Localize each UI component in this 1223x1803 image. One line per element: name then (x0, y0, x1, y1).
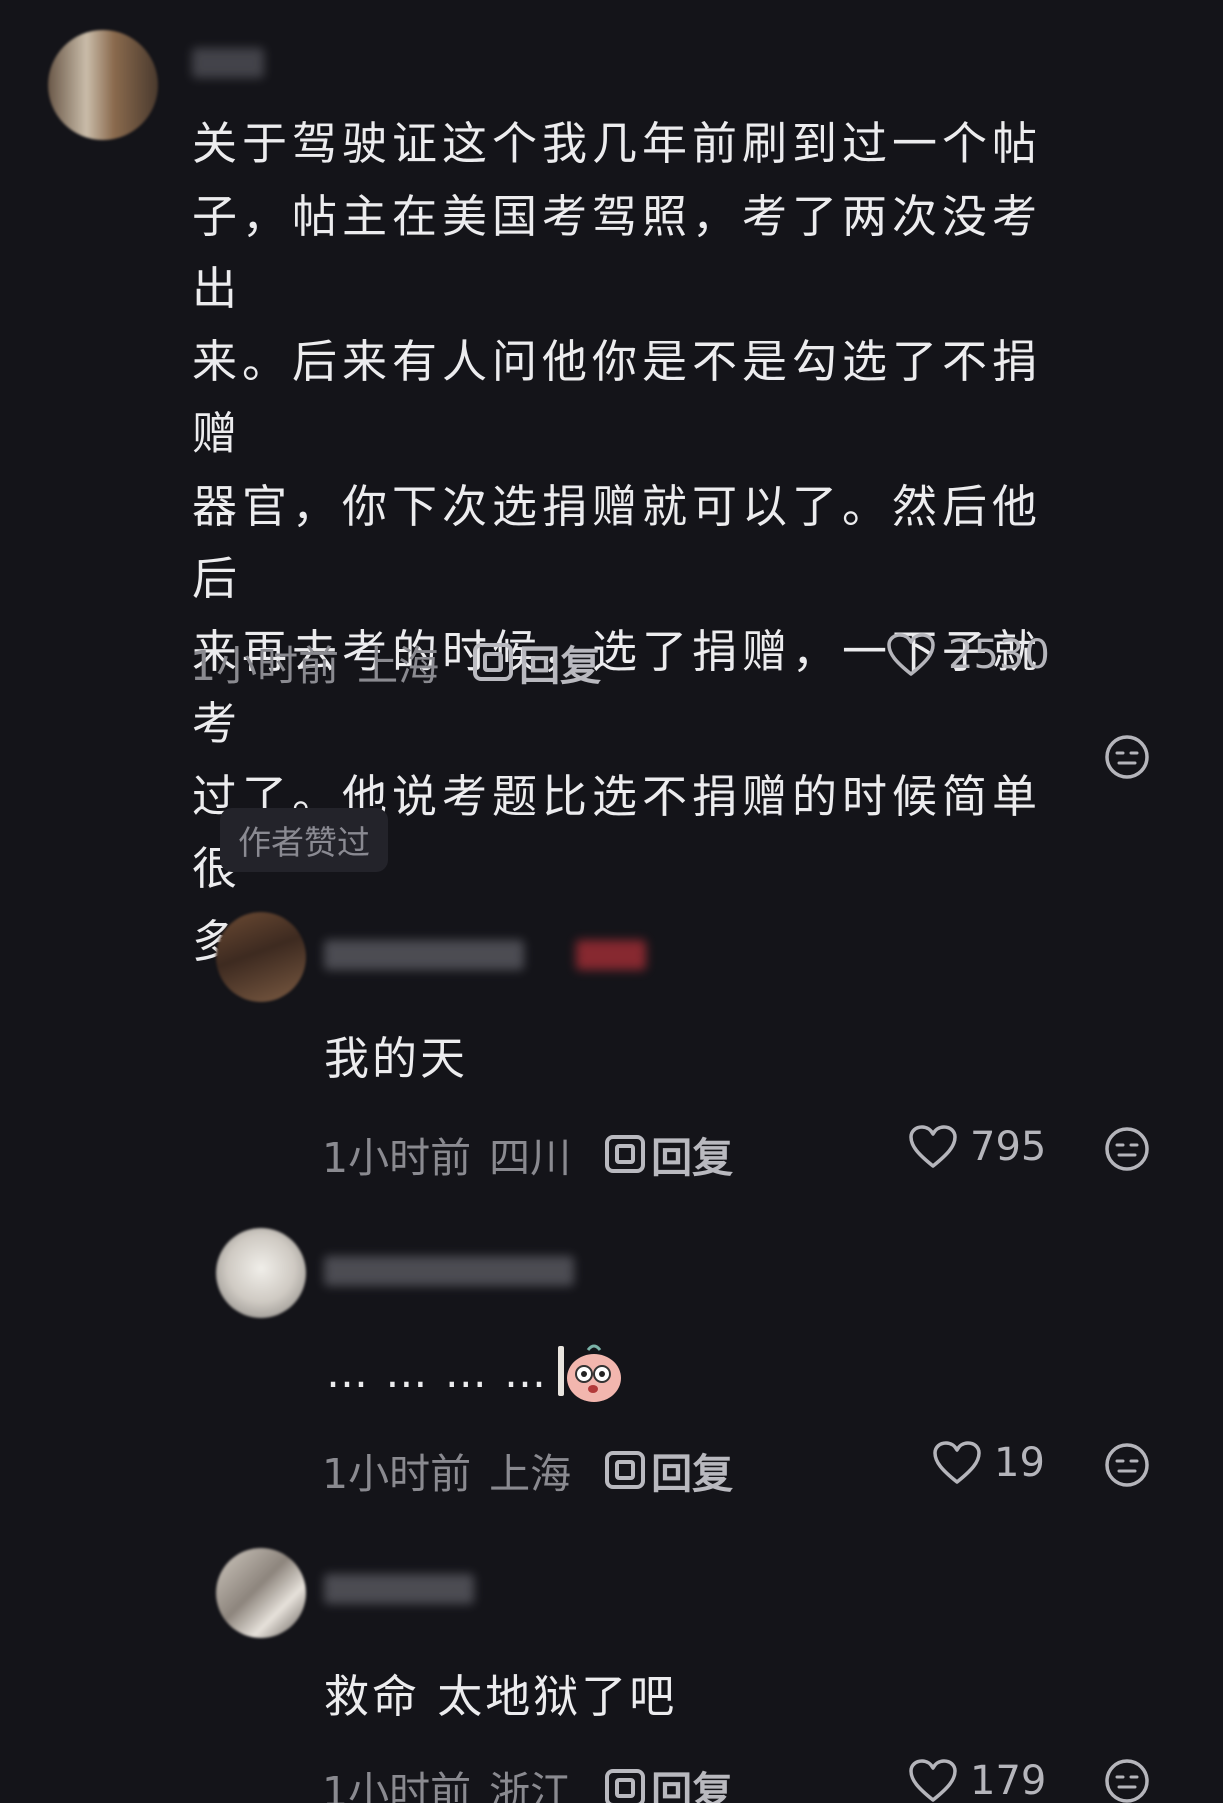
comment-top-level: 关于驾驶证这个我几年前刷到过一个帖 子，帖主在美国考驾照，考了两次没考出 来。后… (0, 0, 1223, 968)
comment-location: 浙江 (489, 1768, 572, 1803)
reply-button[interactable]: 回复 (473, 632, 601, 692)
heart-icon (933, 1441, 981, 1484)
reply-icon (473, 643, 514, 681)
username[interactable] (324, 1256, 574, 1286)
comment-meta: 1小时前 浙江 回复 (322, 1758, 733, 1803)
shocked-sticker-icon (558, 1344, 622, 1402)
reply-icon (605, 1451, 646, 1489)
reply-label: 回复 (519, 642, 602, 690)
reply-label: 回复 (651, 1768, 734, 1803)
avatar[interactable] (216, 912, 306, 1002)
username[interactable] (324, 1574, 474, 1604)
author-liked-badge: 作者赞过 (220, 808, 388, 872)
like-count: 179 (970, 1758, 1047, 1803)
dislike-icon[interactable] (1104, 1442, 1150, 1488)
comment-text: … … … … (326, 1340, 626, 1404)
like-button[interactable]: 19 (932, 1440, 1045, 1486)
reply-label: 回复 (651, 1134, 734, 1182)
comment-meta: 1小时前 四川 回复 (322, 1124, 733, 1184)
comment-time: 1小时前 (190, 642, 340, 690)
reply-button[interactable]: 回复 (605, 1758, 733, 1803)
comment-time: 1小时前 (322, 1134, 472, 1182)
username[interactable] (324, 940, 524, 970)
user-badge (576, 940, 646, 970)
like-button[interactable]: 795 (908, 1124, 1046, 1170)
comment-time: 1小时前 (322, 1450, 472, 1498)
comment-location: 上海 (489, 1450, 572, 1498)
comment-location: 四川 (489, 1134, 572, 1182)
avatar[interactable] (48, 30, 158, 140)
reply-button[interactable]: 回复 (605, 1440, 733, 1500)
reply-icon (605, 1135, 646, 1173)
avatar[interactable] (216, 1228, 306, 1318)
dislike-icon[interactable] (1104, 1758, 1150, 1803)
comment-time: 1小时前 (322, 1768, 472, 1803)
comment-text: 我的天 (324, 1032, 469, 1085)
comment-meta: 1小时前 上海 回复 (322, 1440, 733, 1500)
username[interactable] (192, 48, 264, 78)
avatar[interactable] (216, 1548, 306, 1638)
like-button[interactable]: 2530 (886, 632, 1050, 678)
reply-button[interactable]: 回复 (605, 1124, 733, 1184)
comment-text: 救命 太地狱了吧 (324, 1670, 678, 1723)
like-count: 19 (994, 1440, 1045, 1486)
reply-icon (605, 1769, 646, 1803)
heart-icon (909, 1125, 957, 1168)
like-button[interactable]: 179 (908, 1758, 1046, 1803)
comment-meta: 1小时前 上海 回复 (190, 632, 601, 692)
ellipsis-text: … … … … (326, 1347, 549, 1397)
comment-location: 上海 (357, 642, 440, 690)
dislike-icon[interactable] (1104, 734, 1150, 780)
heart-icon (887, 633, 935, 676)
like-count: 795 (970, 1124, 1047, 1170)
heart-icon (909, 1759, 957, 1802)
reply-comment: 我的天 (0, 900, 1223, 1160)
reply-label: 回复 (651, 1450, 734, 1498)
dislike-icon[interactable] (1104, 1126, 1150, 1172)
like-count: 2530 (948, 632, 1050, 678)
